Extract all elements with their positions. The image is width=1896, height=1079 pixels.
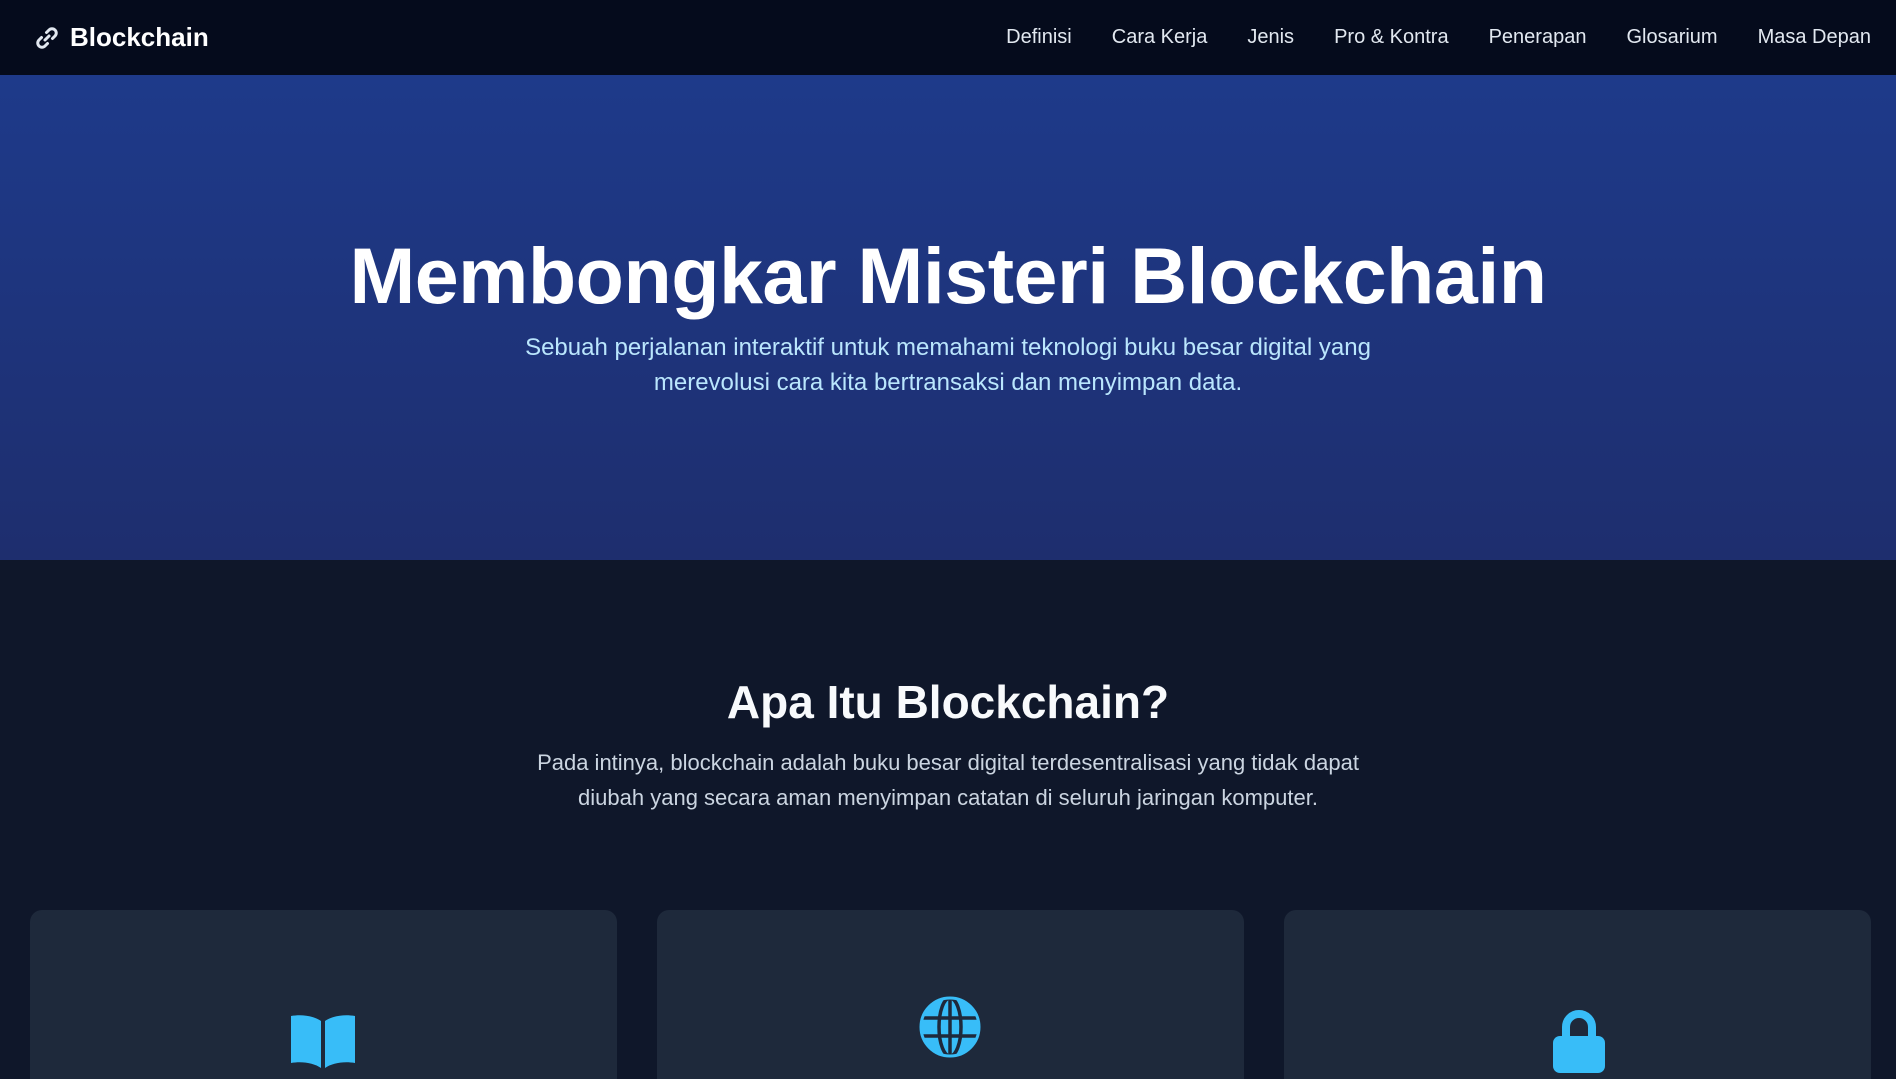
- link-icon: [34, 25, 60, 51]
- lock-icon: [1552, 1010, 1606, 1079]
- section-title: Apa Itu Blockchain?: [726, 676, 1170, 728]
- hero-section: Membongkar Misteri Blockchain Sebuah per…: [0, 75, 1896, 560]
- nav-link-jenis[interactable]: Jenis: [1247, 26, 1294, 49]
- brand-name: Blockchain: [70, 22, 209, 52]
- nav-links: Definisi Cara Kerja Jenis Pro & Kontra P…: [1006, 26, 1871, 49]
- globe-icon: [919, 996, 981, 1063]
- nav-link-glosarium[interactable]: Glosarium: [1626, 26, 1717, 49]
- feature-card-ledger: [30, 910, 617, 1079]
- nav-link-definisi[interactable]: Definisi: [1006, 26, 1072, 49]
- nav-link-penerapan[interactable]: Penerapan: [1489, 26, 1587, 49]
- top-navbar: Blockchain Definisi Cara Kerja Jenis Pro…: [0, 0, 1896, 75]
- hero-title: Membongkar Misteri Blockchain: [349, 231, 1547, 320]
- nav-link-cara-kerja[interactable]: Cara Kerja: [1112, 26, 1208, 49]
- nav-link-pro-kontra[interactable]: Pro & Kontra: [1334, 26, 1449, 49]
- book-icon: [288, 1013, 358, 1074]
- section-description: Pada intinya, blockchain adalah buku bes…: [537, 750, 1359, 810]
- feature-card-decentralized: [657, 910, 1244, 1079]
- feature-card-secure: [1284, 910, 1871, 1079]
- nav-link-masa-depan[interactable]: Masa Depan: [1758, 26, 1871, 49]
- hero-subtitle: Sebuah perjalanan interaktif untuk memah…: [525, 334, 1371, 396]
- brand[interactable]: Blockchain: [34, 22, 209, 53]
